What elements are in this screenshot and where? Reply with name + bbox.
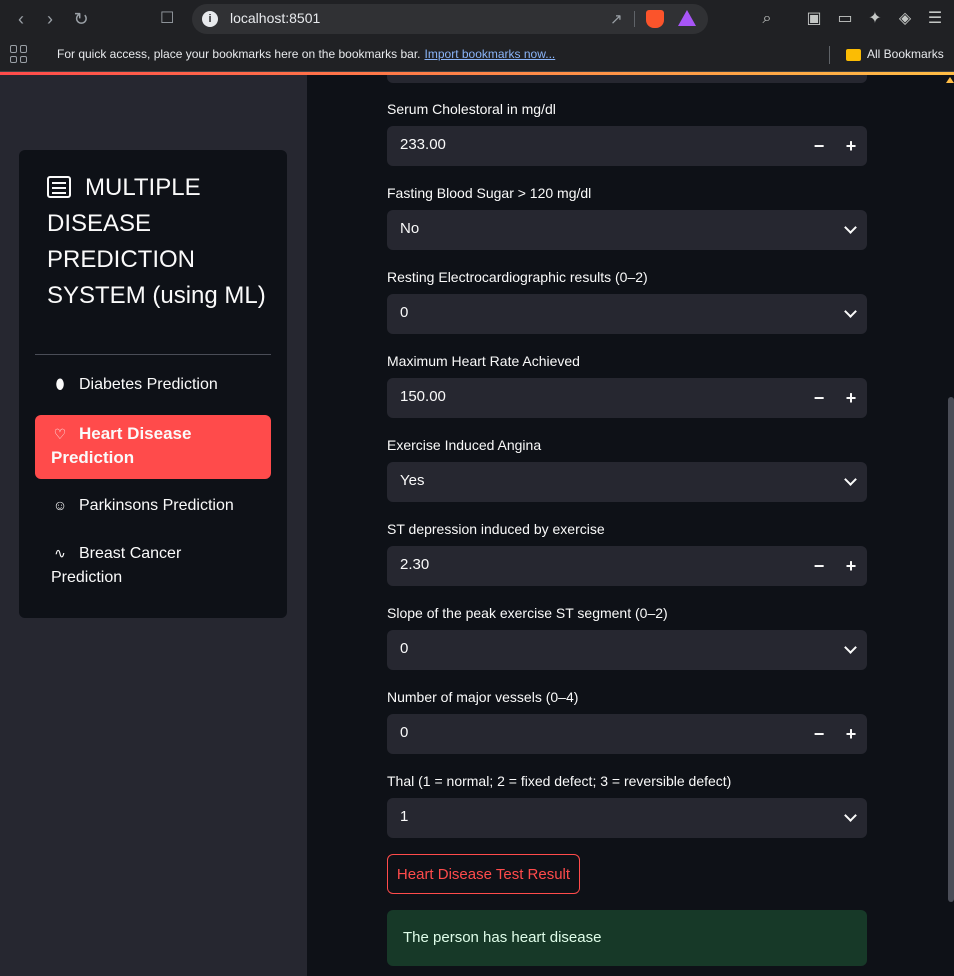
st-depression-input[interactable]: 2.30 − + xyxy=(387,546,867,586)
field-label: Maximum Heart Rate Achieved xyxy=(387,353,580,369)
previous-field-edge xyxy=(387,75,867,83)
option-menu: MULTIPLE DISEASE PREDICTION SYSTEM (usin… xyxy=(19,150,287,618)
decrement-button[interactable]: − xyxy=(807,386,831,410)
url-text[interactable]: localhost:8501 xyxy=(230,10,320,26)
sidebar-item-breast-cancer[interactable]: ∿ Breast Cancer Prediction xyxy=(35,541,271,590)
sidebar-item-label: Parkinsons Prediction xyxy=(79,497,234,514)
chevron-down-icon xyxy=(844,473,857,486)
share-icon[interactable]: ↗ xyxy=(610,10,623,28)
browser-toolbar: ‹ › ↻ ☐ i localhost:8501 ↗ ⌕ ▣ ▭ ✦ ◈ ☰ xyxy=(0,0,954,38)
field-label: Exercise Induced Angina xyxy=(387,437,542,453)
decrement-button[interactable]: − xyxy=(807,554,831,578)
increment-button[interactable]: + xyxy=(839,134,863,158)
sidebar-item-diabetes[interactable]: ⬮ Diabetes Prediction xyxy=(35,372,271,397)
decrement-button[interactable]: − xyxy=(807,722,831,746)
bookmarks-prompt: For quick access, place your bookmarks h… xyxy=(57,47,555,61)
chevron-down-icon xyxy=(844,305,857,318)
menu-icon[interactable]: ☰ xyxy=(924,8,946,30)
exercise-angina-select[interactable]: Yes xyxy=(387,462,867,502)
increment-button[interactable]: + xyxy=(839,722,863,746)
field-value[interactable]: 150.00 xyxy=(400,388,446,405)
field-label: Slope of the peak exercise ST segment (0… xyxy=(387,605,668,621)
decrement-button[interactable]: − xyxy=(807,134,831,158)
folder-icon xyxy=(846,49,861,61)
chevron-down-icon xyxy=(844,809,857,822)
field-value: No xyxy=(400,220,420,237)
fasting-blood-sugar-select[interactable]: No xyxy=(387,210,867,250)
main-content: Serum Cholestoral in mg/dl 233.00 − + Fa… xyxy=(307,75,954,976)
import-bookmarks-link[interactable]: Import bookmarks now... xyxy=(425,47,556,61)
forward-icon[interactable]: › xyxy=(39,8,61,30)
card-list-icon xyxy=(47,176,71,198)
wallet-icon[interactable]: ▭ xyxy=(834,8,856,30)
divider xyxy=(829,46,830,64)
apps-icon[interactable] xyxy=(10,45,28,63)
bookmark-icon[interactable]: ☐ xyxy=(160,8,174,28)
bookmarks-prompt-text: For quick access, place your bookmarks h… xyxy=(57,47,421,61)
result-text: The person has heart disease xyxy=(403,929,602,946)
scroll-up-arrow[interactable] xyxy=(946,75,954,83)
max-heart-rate-input[interactable]: 150.00 − + xyxy=(387,378,867,418)
brave-rewards-icon[interactable] xyxy=(678,10,696,26)
increment-button[interactable]: + xyxy=(839,554,863,578)
field-value[interactable]: 0 xyxy=(400,724,408,741)
field-label: Resting Electrocardiographic results (0–… xyxy=(387,269,648,285)
menu-title: MULTIPLE DISEASE PREDICTION SYSTEM (usin… xyxy=(47,170,267,314)
thal-select[interactable]: 1 xyxy=(387,798,867,838)
leo-ai-icon[interactable]: ✦ xyxy=(864,8,886,30)
field-value[interactable]: 233.00 xyxy=(400,136,446,153)
search-tab-icon[interactable]: ⌕ xyxy=(756,8,778,30)
bookmarks-bar: For quick access, place your bookmarks h… xyxy=(0,38,954,72)
result-alert: The person has heart disease xyxy=(387,910,867,966)
field-value: Yes xyxy=(400,472,425,489)
sidebar: MULTIPLE DISEASE PREDICTION SYSTEM (usin… xyxy=(0,75,307,976)
field-value: 0 xyxy=(400,640,409,657)
site-info-icon[interactable]: i xyxy=(202,11,218,27)
major-vessels-input[interactable]: 0 − + xyxy=(387,714,867,754)
field-value: 0 xyxy=(400,304,409,321)
field-label: Number of major vessels (0–4) xyxy=(387,689,579,705)
brave-shields-icon[interactable] xyxy=(646,10,664,28)
heart-disease-test-button[interactable]: Heart Disease Test Result xyxy=(387,854,580,894)
field-value: 1 xyxy=(400,808,409,825)
resting-ecg-select[interactable]: 0 xyxy=(387,294,867,334)
activity-icon: ∿ xyxy=(54,545,66,561)
menu-title-text: MULTIPLE DISEASE PREDICTION SYSTEM (usin… xyxy=(47,174,266,309)
field-label: Serum Cholestoral in mg/dl xyxy=(387,101,556,117)
sidebar-item-parkinsons[interactable]: ☺ Parkinsons Prediction xyxy=(35,493,271,518)
vpn-icon[interactable]: ◈ xyxy=(894,8,916,30)
back-icon[interactable]: ‹ xyxy=(10,8,32,30)
sidebar-item-heart-disease[interactable]: ♡ Heart Disease Prediction xyxy=(35,415,271,479)
field-label: ST depression induced by exercise xyxy=(387,521,605,537)
st-slope-select[interactable]: 0 xyxy=(387,630,867,670)
reload-icon[interactable]: ↻ xyxy=(70,8,92,30)
divider xyxy=(35,354,271,355)
sidebar-item-label: Heart Disease Prediction xyxy=(51,424,192,467)
sidebar-item-label: Diabetes Prediction xyxy=(79,376,218,393)
chevron-down-icon xyxy=(844,641,857,654)
person-icon: ☺ xyxy=(52,497,68,513)
sidebar-item-label: Breast Cancer Prediction xyxy=(51,545,182,586)
capsule-icon: ⬮ xyxy=(55,376,65,392)
field-value[interactable]: 2.30 xyxy=(400,556,429,573)
field-label: Thal (1 = normal; 2 = fixed defect; 3 = … xyxy=(387,773,732,789)
sidebar-toggle-icon[interactable]: ▣ xyxy=(803,8,825,30)
scrollbar-thumb[interactable] xyxy=(948,397,954,902)
chevron-down-icon xyxy=(844,221,857,234)
increment-button[interactable]: + xyxy=(839,386,863,410)
field-label: Fasting Blood Sugar > 120 mg/dl xyxy=(387,185,592,201)
divider xyxy=(634,11,635,27)
address-bar[interactable]: i localhost:8501 ↗ xyxy=(192,4,708,34)
heart-icon: ♡ xyxy=(53,426,67,442)
cholesterol-input[interactable]: 233.00 − + xyxy=(387,126,867,166)
all-bookmarks-button[interactable]: All Bookmarks xyxy=(867,47,944,61)
